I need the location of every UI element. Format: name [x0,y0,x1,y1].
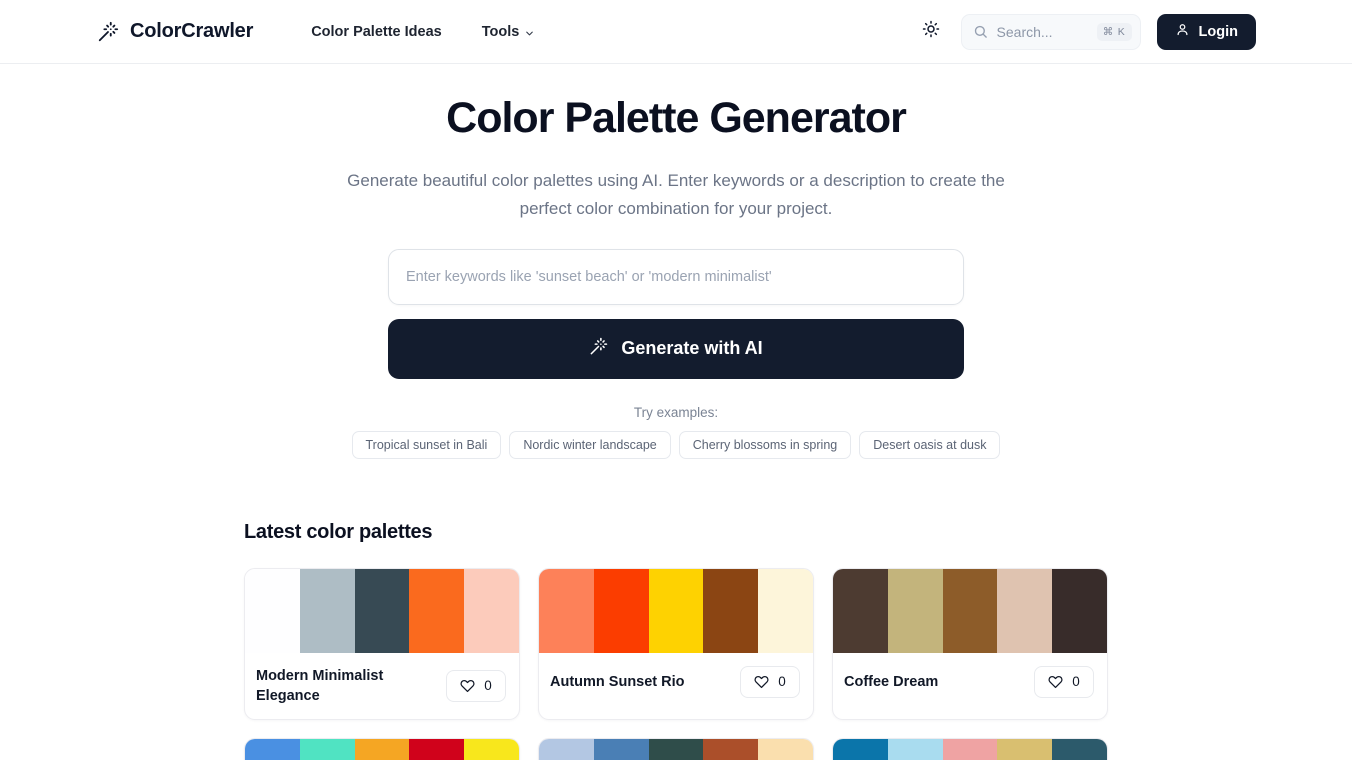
nav-link-color-palette-ideas[interactable]: Color Palette Ideas [311,24,442,40]
header-actions: Search... ⌘ K Login [917,14,1256,50]
color-swatch[interactable] [888,739,943,760]
color-swatch[interactable] [997,739,1052,760]
palette-card[interactable]: 0 [832,738,1108,760]
color-swatch[interactable] [594,569,649,653]
palette-card-title: Coffee Dream [844,672,938,692]
palette-swatches [245,569,519,653]
heart-icon [1048,674,1063,689]
palette-swatches [539,739,813,760]
search-icon [973,24,988,39]
login-button[interactable]: Login [1157,14,1256,50]
brand-logo-link[interactable]: ColorCrawler [96,20,253,44]
like-count: 0 [484,678,492,693]
nav-dropdown-tools-label: Tools [482,24,520,40]
color-swatch[interactable] [833,569,888,653]
example-chip-3[interactable]: Cherry blossoms in spring [679,431,852,459]
color-swatch[interactable] [409,739,464,760]
like-count: 0 [1072,674,1080,689]
chevron-down-icon [524,27,535,38]
palette-swatches [245,739,519,760]
palette-card-title: Modern Minimalist Elegance [256,666,431,706]
color-swatch[interactable] [539,739,594,760]
color-swatch[interactable] [649,739,704,760]
color-swatch[interactable] [1052,569,1107,653]
generate-button-label: Generate with AI [621,338,762,359]
color-swatch[interactable] [300,569,355,653]
color-swatch[interactable] [245,739,300,760]
palette-card-title: Autumn Sunset Rio [550,672,685,692]
palette-card[interactable]: 0 [538,738,814,760]
magic-wand-icon [96,20,120,44]
color-swatch[interactable] [833,739,888,760]
color-swatch[interactable] [464,569,519,653]
like-button[interactable]: 0 [740,666,800,698]
color-swatch[interactable] [539,569,594,653]
palette-swatches [539,569,813,653]
color-swatch[interactable] [703,569,758,653]
palette-card[interactable]: Modern Minimalist Elegance 0 [244,568,520,720]
site-header: ColorCrawler Color Palette Ideas Tools [0,0,1352,64]
like-count: 0 [778,674,786,689]
palette-card-footer: Coffee Dream 0 [833,653,1107,711]
page-subtitle: Generate beautiful color palettes using … [346,167,1006,223]
try-examples-label: Try examples: [0,405,1352,420]
brand-name: ColorCrawler [130,20,253,43]
nav-dropdown-tools[interactable]: Tools [482,24,536,40]
palette-card[interactable]: Autumn Sunset Rio 0 [538,568,814,720]
color-swatch[interactable] [703,739,758,760]
palette-card-footer: Modern Minimalist Elegance 0 [245,653,519,719]
example-chips: Tropical sunset in Bali Nordic winter la… [0,431,1352,459]
color-swatch[interactable] [409,569,464,653]
generate-with-ai-button[interactable]: Generate with AI [388,319,964,379]
color-swatch[interactable] [355,569,410,653]
palette-card[interactable]: Coffee Dream 0 [832,568,1108,720]
color-swatch[interactable] [943,739,998,760]
color-swatch[interactable] [355,739,410,760]
palette-grid: Modern Minimalist Elegance0Autumn Sunset… [244,568,1108,760]
magic-wand-icon [589,337,608,361]
search-shortcut-badge: ⌘ K [1097,23,1132,41]
sun-icon [922,20,940,43]
like-button[interactable]: 0 [1034,666,1094,698]
search-input[interactable]: Search... ⌘ K [961,14,1141,50]
color-swatch[interactable] [464,739,519,760]
hero-section: Color Palette Generator Generate beautif… [0,64,1352,459]
color-swatch[interactable] [997,569,1052,653]
generator-form: Generate with AI [388,249,964,379]
latest-palettes-section: Latest color palettes Modern Minimalist … [244,521,1108,760]
color-swatch[interactable] [245,569,300,653]
example-chip-1[interactable]: Tropical sunset in Bali [352,431,502,459]
login-button-label: Login [1199,24,1238,40]
color-swatch[interactable] [888,569,943,653]
user-icon [1175,22,1190,41]
palette-swatches [833,739,1107,760]
page-title: Color Palette Generator [0,92,1352,146]
color-swatch[interactable] [758,569,813,653]
palette-card-footer: Autumn Sunset Rio 0 [539,653,813,711]
heart-icon [460,678,475,693]
color-swatch[interactable] [943,569,998,653]
example-chip-2[interactable]: Nordic winter landscape [509,431,670,459]
theme-toggle-button[interactable] [917,18,945,46]
section-title: Latest color palettes [244,521,1108,544]
example-chip-4[interactable]: Desert oasis at dusk [859,431,1000,459]
palette-card[interactable]: 0 [244,738,520,760]
color-swatch[interactable] [1052,739,1107,760]
main-nav: Color Palette Ideas Tools [311,24,535,40]
search-placeholder: Search... [997,24,1097,40]
keywords-input[interactable] [388,249,964,305]
heart-icon [754,674,769,689]
like-button[interactable]: 0 [446,670,506,702]
color-swatch[interactable] [649,569,704,653]
palette-swatches [833,569,1107,653]
color-swatch[interactable] [594,739,649,760]
color-swatch[interactable] [300,739,355,760]
color-swatch[interactable] [758,739,813,760]
